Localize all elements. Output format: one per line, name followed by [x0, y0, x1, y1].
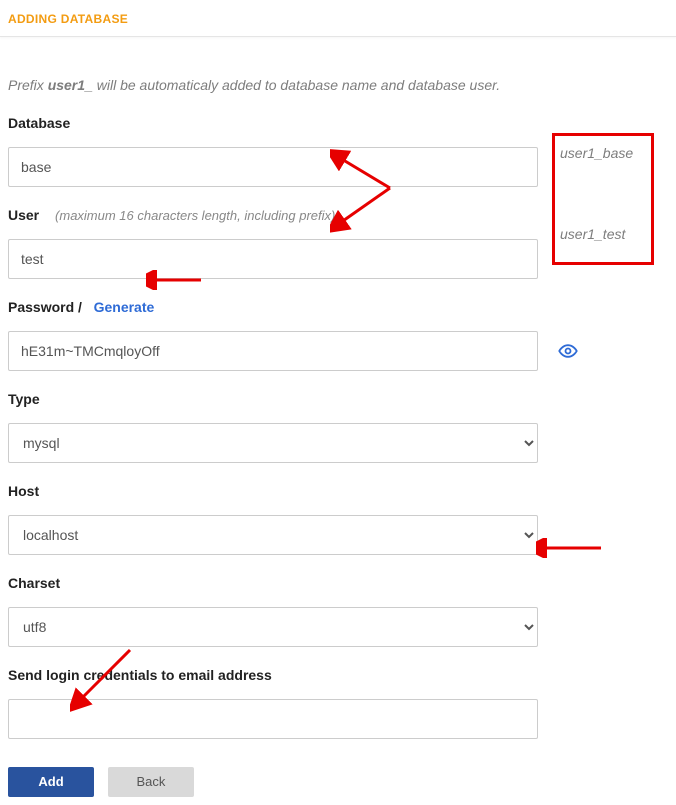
- database-input[interactable]: [8, 147, 538, 187]
- password-label: Password: [8, 299, 74, 315]
- database-label: Database: [8, 115, 70, 131]
- user-hint: (maximum 16 characters length, including…: [55, 208, 335, 223]
- annotation-db-preview: user1_base: [560, 145, 633, 161]
- user-input[interactable]: [8, 239, 538, 279]
- button-row: Add Back: [8, 767, 668, 797]
- host-select[interactable]: localhost: [8, 515, 538, 555]
- email-input[interactable]: [8, 699, 538, 739]
- back-button[interactable]: Back: [108, 767, 194, 797]
- password-input[interactable]: [8, 331, 538, 371]
- page-header: ADDING DATABASE: [0, 0, 676, 37]
- email-label: Send login credentials to email address: [8, 667, 272, 683]
- type-label: Type: [8, 391, 40, 407]
- prefix-note-trail: will be automaticaly added to database n…: [93, 77, 500, 93]
- user-label: User: [8, 207, 39, 223]
- host-label: Host: [8, 483, 39, 499]
- annotation-user-preview: user1_test: [560, 226, 625, 242]
- charset-label: Charset: [8, 575, 60, 591]
- prefix-note-lead: Prefix: [8, 77, 48, 93]
- prefix-note: Prefix user1_ will be automaticaly added…: [8, 77, 668, 93]
- add-button[interactable]: Add: [8, 767, 94, 797]
- type-select[interactable]: mysql: [8, 423, 538, 463]
- eye-icon[interactable]: [558, 341, 578, 364]
- password-separator: /: [78, 299, 90, 315]
- charset-select[interactable]: utf8: [8, 607, 538, 647]
- generate-password-link[interactable]: Generate: [94, 299, 155, 315]
- page-title: ADDING DATABASE: [8, 12, 668, 26]
- prefix-note-prefix: user1_: [48, 77, 93, 93]
